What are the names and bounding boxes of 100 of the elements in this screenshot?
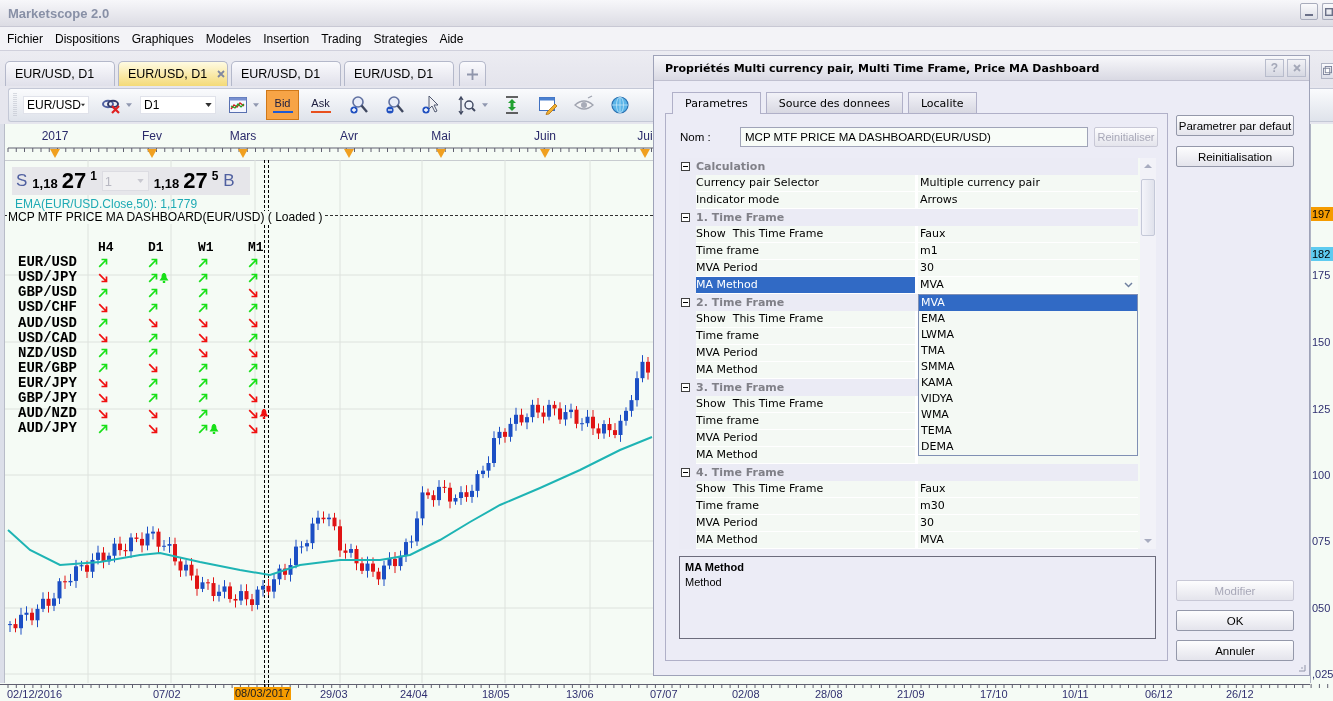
pair-label: USD/CAD (18, 330, 78, 346)
name-input[interactable]: MCP MTF PRICE MA DASHBOARD(EUR/USD) (740, 127, 1088, 147)
property-name[interactable]: MA Method (696, 277, 918, 294)
date-label: 02/12/2016 (7, 688, 63, 701)
property-name[interactable]: Show This Time Frame (696, 226, 918, 243)
new-tab-button[interactable] (459, 61, 486, 86)
property-name[interactable]: MA Method (696, 447, 918, 464)
property-value: Faux (918, 481, 1138, 498)
pair-label: USD/CHF (18, 300, 78, 316)
property-name[interactable]: Currency pair Selector (696, 175, 918, 192)
vertical-scrollbar[interactable] (1140, 158, 1156, 549)
price-side-button[interactable]: Ask (304, 90, 337, 120)
menu-item[interactable]: Strategies (367, 29, 434, 48)
month-label: Mars (229, 129, 257, 143)
dropdown-option[interactable]: DEMA (919, 439, 1137, 455)
dialog-tab[interactable]: Parametres (672, 92, 761, 114)
category-label: 3. Time Frame (696, 381, 785, 394)
dialog-tab[interactable]: Source des donnees (765, 92, 903, 113)
price-label: 075 (1311, 534, 1332, 548)
property-name[interactable]: Show This Time Frame (696, 311, 918, 328)
month-marker-icon (344, 149, 354, 158)
property-name[interactable]: Indicator mode (696, 192, 918, 209)
buy-label: B (223, 171, 235, 191)
property-name[interactable]: Time frame (696, 498, 918, 515)
collapse-icon[interactable] (681, 162, 690, 171)
dropdown-field[interactable]: MVA (918, 277, 1138, 294)
month-marker-icon (238, 149, 248, 158)
dropdown-option[interactable]: TEMA (919, 423, 1137, 439)
property-name[interactable]: Show This Time Frame (696, 396, 918, 413)
date-label: 26/12 (1226, 688, 1254, 701)
menu-item[interactable]: Aide (433, 29, 470, 48)
date-label: 24/04 (400, 688, 428, 701)
month-label: Juin (534, 129, 556, 143)
column-header: M1 (248, 240, 265, 256)
property-name[interactable]: Time frame (696, 413, 918, 430)
date-label: 17/10 (980, 688, 1008, 701)
scroll-thumb[interactable] (1141, 179, 1155, 236)
month-label: Avr (340, 129, 358, 143)
price-label: 150 (1311, 335, 1332, 349)
minimize-button[interactable] (1300, 3, 1318, 20)
property-name[interactable]: Time frame (696, 328, 918, 345)
dialog-button[interactable]: Parametrer par defaut (1176, 115, 1294, 136)
menu-item[interactable]: Dispositions (49, 29, 126, 48)
month-marker-icon (640, 149, 650, 158)
maximize-button[interactable] (1322, 3, 1333, 20)
dropdown-option[interactable]: EMA (919, 311, 1137, 327)
dialog-button[interactable]: Annuler (1176, 640, 1294, 661)
dropdown-option[interactable]: LWMA (919, 327, 1137, 343)
dropdown-option[interactable]: TMA (919, 343, 1137, 359)
price-label: 175 (1311, 268, 1332, 282)
symbol-dropdown[interactable]: EUR/USD (23, 96, 89, 114)
property-value: Arrows (918, 192, 1138, 209)
dropdown-option[interactable]: MVA (919, 295, 1137, 311)
property-value: MVA (918, 532, 1138, 549)
restore-button[interactable] (1321, 62, 1333, 79)
menu-item[interactable]: Trading (315, 29, 368, 48)
collapse-icon[interactable] (681, 468, 690, 477)
description-text: Method (685, 575, 722, 589)
property-name[interactable]: MVA Period (696, 515, 918, 532)
timeframe-dropdown[interactable]: D1 (140, 96, 216, 114)
dialog-tab[interactable]: Localite (907, 92, 977, 113)
property-name[interactable]: Show This Time Frame (696, 481, 918, 498)
chart-tab[interactable]: EUR/USD, D1 (5, 61, 115, 86)
dialog-button[interactable]: OK (1176, 610, 1294, 631)
dialog-button[interactable]: Reinitialisation (1176, 146, 1294, 167)
property-name[interactable]: MVA Period (696, 430, 918, 447)
column-header: D1 (148, 240, 165, 256)
resize-grip-icon[interactable] (1298, 664, 1306, 672)
property-name[interactable]: Time frame (696, 243, 918, 260)
dropdown-option[interactable]: KAMA (919, 375, 1137, 391)
date-label: 18/05 (482, 688, 510, 701)
chart-tab[interactable]: EUR/USD, D1 (231, 61, 341, 86)
property-name[interactable]: MA Method (696, 362, 918, 379)
menu-item[interactable]: Modeles (199, 29, 258, 48)
collapse-icon[interactable] (681, 213, 690, 222)
dropdown-option[interactable]: VIDYA (919, 391, 1137, 407)
property-name[interactable]: MVA Period (696, 345, 918, 362)
dropdown-option[interactable]: SMMA (919, 359, 1137, 375)
menu-item[interactable]: Graphiques (125, 29, 200, 48)
maximize-icon (1325, 7, 1333, 16)
category-label: 4. Time Frame (696, 466, 785, 479)
category-label: 2. Time Frame (696, 296, 785, 309)
dropdown-option[interactable]: WMA (919, 407, 1137, 423)
close-icon[interactable] (217, 70, 226, 78)
date-label: 13/06 (566, 688, 594, 701)
property-name[interactable]: MA Method (696, 532, 918, 549)
chart-tab[interactable]: EUR/USD, D1 (344, 61, 454, 86)
property-value: Multiple currency pair (918, 175, 1138, 192)
month-label: Jui (637, 129, 653, 143)
chart-tab[interactable]: EUR/USD, D1 (118, 61, 228, 86)
month-label: Fev (142, 129, 162, 143)
menu-item[interactable]: Insertion (257, 29, 316, 48)
collapse-icon[interactable] (681, 383, 690, 392)
collapse-icon[interactable] (681, 298, 690, 307)
month-marker-icon (147, 149, 157, 158)
date-label: 21/09 (897, 688, 925, 701)
menu-item[interactable]: Fichier (1, 29, 49, 48)
sell-label: S (16, 171, 28, 191)
property-name[interactable]: MVA Period (696, 260, 918, 277)
price-side-button[interactable]: Bid (266, 90, 299, 120)
